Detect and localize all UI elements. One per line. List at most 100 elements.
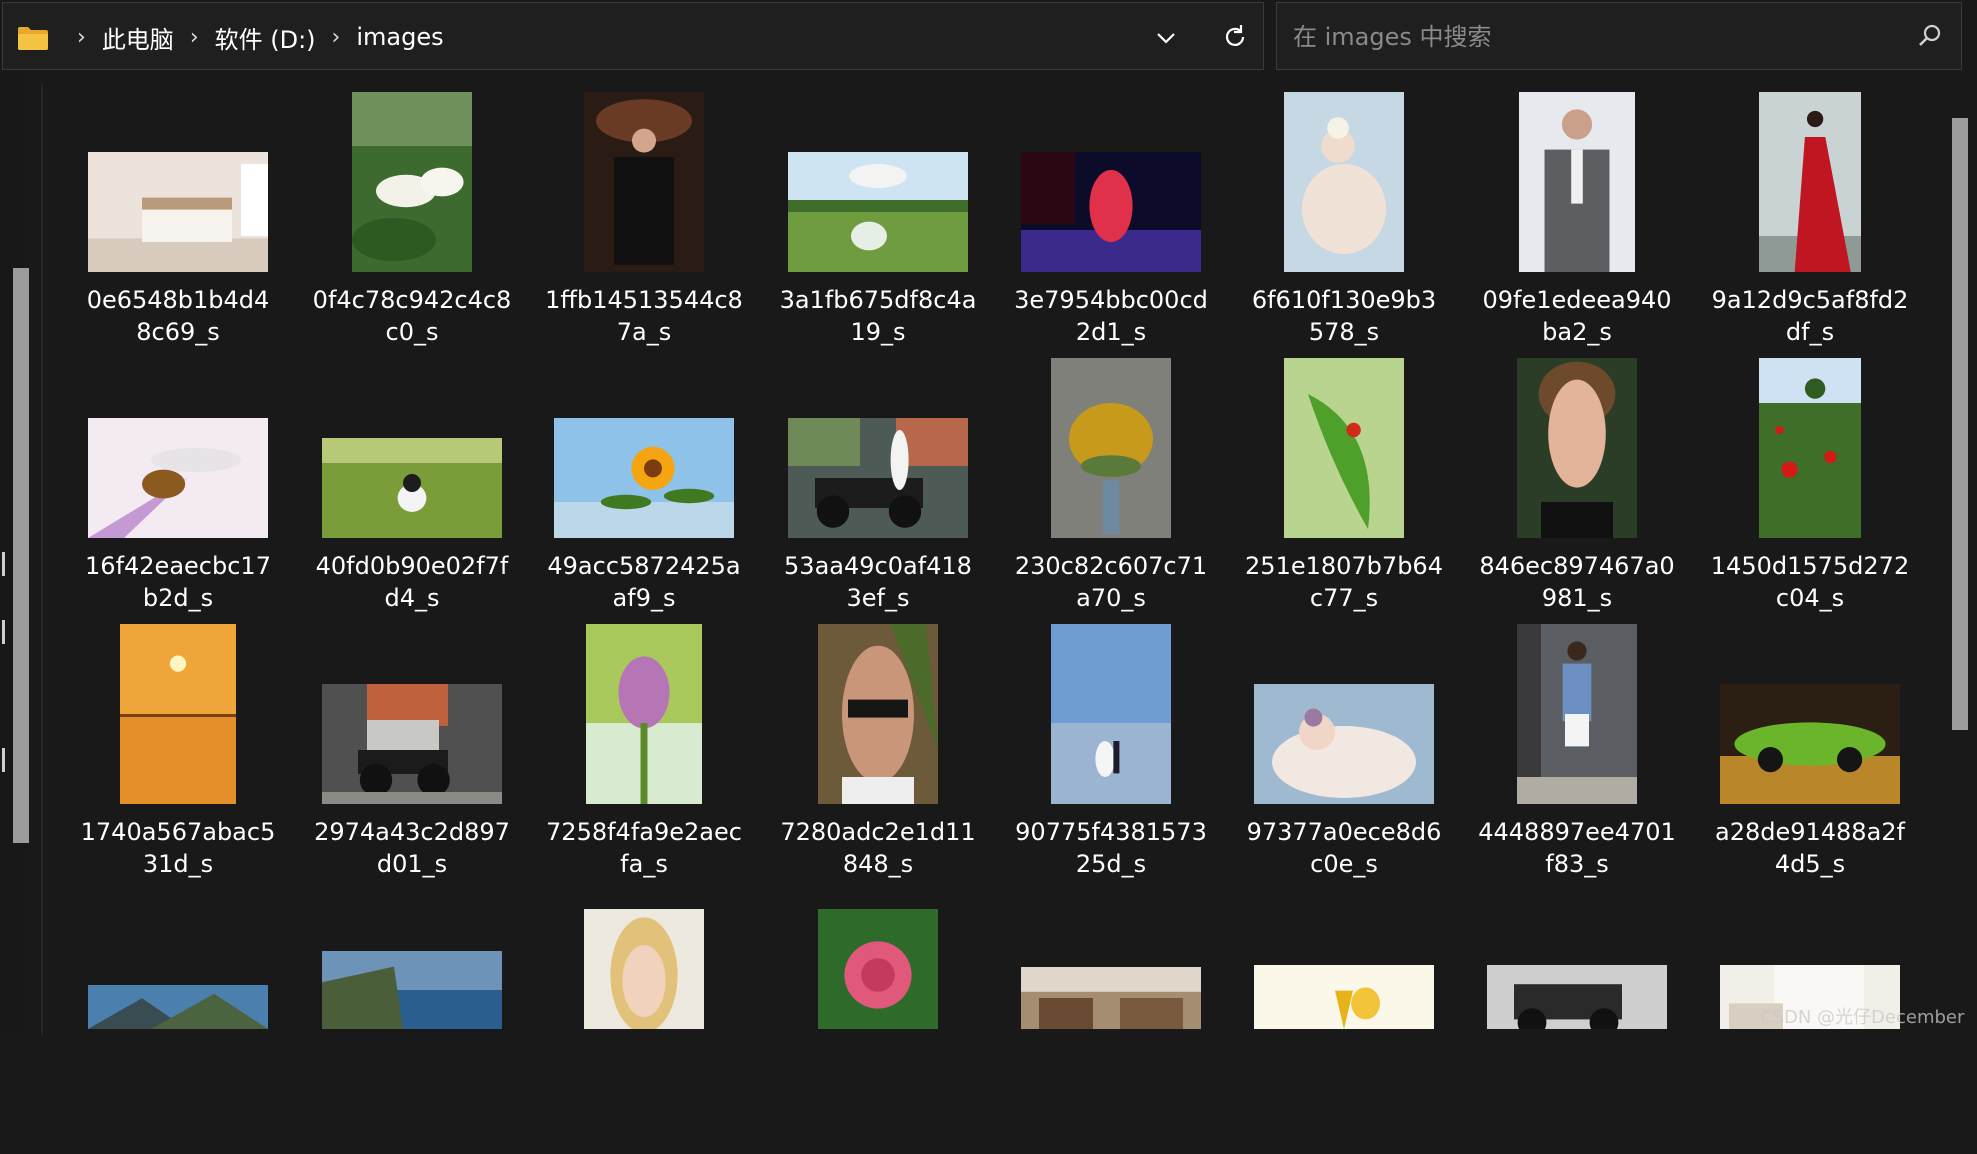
file-name: 1740a567abac5 31d_s [62,816,294,880]
file-thumbnail[interactable] [1759,92,1861,272]
file-name-line: 53aa49c0af418 [784,552,972,580]
file-name-line: 3a1fb675df8c4a [779,286,977,314]
file-name: 16f42eaecbc17 b2d_s [62,550,294,614]
file-thumbnail[interactable] [788,152,968,272]
file-item[interactable]: 846ec897467a0 981_s [1461,356,1693,622]
file-item[interactable] [1228,888,1460,1154]
file-thumbnail[interactable] [1051,624,1171,804]
file-item[interactable] [995,888,1227,1154]
breadcrumb-item-drive-d[interactable]: 软件 (D:) [215,20,316,55]
file-item[interactable]: 16f42eaecbc17 b2d_s [62,356,294,622]
search-icon[interactable] [1915,21,1945,51]
file-item[interactable]: 0e6548b1b4d4 8c69_s [62,90,294,356]
folder-icon [17,25,49,51]
file-name-line: 6f610f130e9b3 [1251,286,1437,314]
file-thumbnail[interactable] [1021,967,1201,1029]
file-name-line: 31d_s [142,850,214,878]
file-thumbnail[interactable] [322,684,502,804]
file-item[interactable]: 1ffb14513544c8 7a_s [528,90,760,356]
file-item[interactable] [1461,888,1693,1154]
file-name: 0f4c78c942c4c8 c0_s [296,284,528,348]
breadcrumb-separator: › [189,24,199,50]
navigation-pane-edge [0,72,30,1035]
file-item[interactable]: 90775f4381573 25d_s [995,622,1227,888]
file-item[interactable]: 0f4c78c942c4c8 c0_s [296,90,528,356]
file-name-line: 251e1807b7b64 [1245,552,1443,580]
file-thumbnail[interactable] [1254,684,1434,804]
file-thumbnail[interactable] [586,624,702,804]
file-thumbnail[interactable] [322,951,502,1029]
file-thumbnail[interactable] [1720,684,1900,804]
file-item[interactable] [762,888,994,1154]
file-name-line: 8c69_s [136,318,220,346]
file-item[interactable]: 49acc5872425a af9_s [528,356,760,622]
file-name: 2974a43c2d897 d01_s [296,816,528,880]
file-item[interactable] [296,888,528,1154]
file-item[interactable]: 53aa49c0af418 3ef_s [762,356,994,622]
content-scrollbar-thumb[interactable] [1952,118,1968,730]
file-item[interactable]: 251e1807b7b64 c77_s [1228,356,1460,622]
file-item[interactable]: 6f610f130e9b3 578_s [1228,90,1460,356]
file-thumbnail[interactable] [1284,358,1404,538]
file-item[interactable]: 97377a0ece8d6 c0e_s [1228,622,1460,888]
file-item[interactable]: 3e7954bbc00cd 2d1_s [995,90,1227,356]
file-item[interactable]: 9a12d9c5af8fd2 df_s [1694,90,1926,356]
file-name-line: 1450d1575d272 [1710,552,1910,580]
file-thumbnail[interactable] [120,624,236,804]
file-name-line: c77_s [1309,584,1379,612]
navigation-scrollbar-thumb[interactable] [13,268,29,843]
file-item[interactable]: 09fe1edeea940 ba2_s [1461,90,1693,356]
file-name-line: b2d_s [142,584,214,612]
file-thumbnail[interactable] [1519,92,1635,272]
file-item[interactable]: 7280adc2e1d11 848_s [762,622,994,888]
search-input[interactable] [1291,3,1895,71]
file-item[interactable]: 1740a567abac5 31d_s [62,622,294,888]
file-thumbnail[interactable] [1021,152,1201,272]
file-thumbnail[interactable] [1051,358,1171,538]
address-bar[interactable]: › 此电脑 › 软件 (D:) › images [2,2,1264,70]
file-name-line: 7258f4fa9e2aec [546,818,742,846]
chevron-down-icon[interactable] [1151,23,1181,53]
file-item[interactable]: 1450d1575d272 c04_s [1694,356,1926,622]
file-thumbnail[interactable] [1517,358,1637,538]
file-thumbnail[interactable] [1284,92,1404,272]
refresh-icon[interactable] [1219,21,1251,53]
file-name: 90775f4381573 25d_s [995,816,1227,880]
file-item[interactable]: 4448897ee4701 f83_s [1461,622,1693,888]
file-thumbnail[interactable] [322,438,502,538]
file-thumbnail[interactable] [584,92,704,272]
pane-divider[interactable] [41,84,43,1035]
file-name: 1ffb14513544c8 7a_s [528,284,760,348]
file-thumbnail[interactable] [88,418,268,538]
file-thumbnail[interactable] [818,624,938,804]
file-thumbnail[interactable] [818,909,938,1029]
file-thumbnail[interactable] [1254,965,1434,1029]
breadcrumb-item-this-pc[interactable]: 此电脑 [102,20,174,55]
file-thumbnail[interactable] [1487,965,1667,1029]
file-name: 53aa49c0af418 3ef_s [762,550,994,614]
file-thumbnail[interactable] [1517,624,1637,804]
file-item[interactable]: 2974a43c2d897 d01_s [296,622,528,888]
file-thumbnail[interactable] [88,152,268,272]
file-name-line: c0_s [385,318,439,346]
file-item[interactable]: 3a1fb675df8c4a 19_s [762,90,994,356]
breadcrumb-item-images[interactable]: images [356,23,443,51]
file-item[interactable]: 230c82c607c71 a70_s [995,356,1227,622]
file-thumbnail[interactable] [1759,358,1861,538]
file-item[interactable] [528,888,760,1154]
file-item[interactable] [62,888,294,1154]
file-item[interactable]: a28de91488a2f 4d5_s [1694,622,1926,888]
file-thumbnail[interactable] [584,909,704,1029]
search-box[interactable] [1276,2,1962,71]
file-thumbnail[interactable] [88,985,268,1029]
file-item[interactable]: 40fd0b90e02f7f d4_s [296,356,528,622]
file-thumbnail[interactable] [788,418,968,538]
file-thumbnail[interactable] [352,92,472,272]
file-name-line: a70_s [1076,584,1146,612]
file-name-line: 0e6548b1b4d4 [86,286,270,314]
file-name-line: 2d1_s [1075,318,1147,346]
file-item[interactable]: 7258f4fa9e2aec fa_s [528,622,760,888]
file-name: a28de91488a2f 4d5_s [1694,816,1926,880]
file-thumbnail[interactable] [554,418,734,538]
file-name-line: df_s [1785,318,1835,346]
